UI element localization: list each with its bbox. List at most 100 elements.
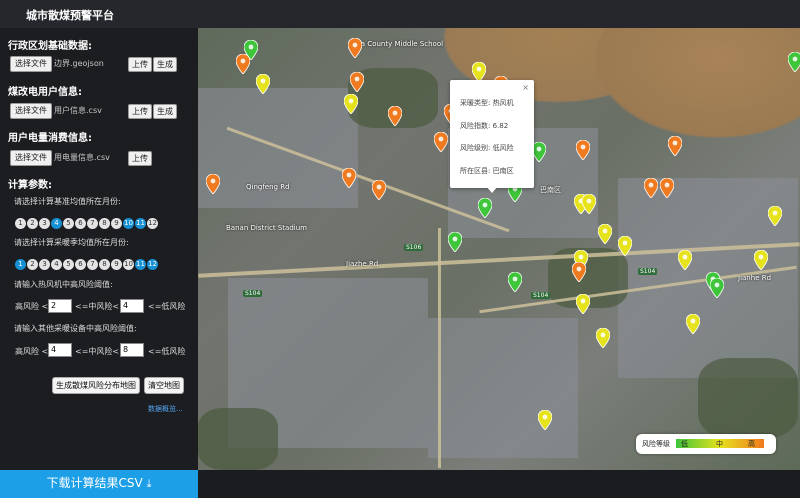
month-option[interactable]: 3 [39,218,50,229]
month-option[interactable]: 9 [111,218,122,229]
month-option[interactable]: 10 [123,259,134,270]
month-option[interactable]: 2 [27,259,38,270]
ot-mid-text: <=中风险< [75,347,120,356]
month-option[interactable]: 10 [123,218,134,229]
month-option[interactable]: 6 [75,259,86,270]
popup-heating-type: 采暖类型: 热风机 [460,99,514,107]
risk-marker-low[interactable] [710,278,724,298]
risk-marker-high[interactable] [388,106,402,126]
month-option[interactable]: 5 [63,259,74,270]
month-option[interactable]: 7 [87,218,98,229]
risk-marker-mid[interactable] [754,250,768,270]
risk-marker-high[interactable] [576,140,590,160]
risk-marker-high[interactable] [206,174,220,194]
month-option[interactable]: 8 [99,259,110,270]
risk-marker-low[interactable] [478,198,492,218]
road-label-jiazhe: Jiazhe Rd [346,260,379,268]
risk-marker-high[interactable] [236,54,250,74]
upload-button-user[interactable]: 上传 [128,104,152,119]
month-option[interactable]: 11 [135,218,146,229]
month-option[interactable]: 2 [27,218,38,229]
month-option[interactable]: 12 [147,218,158,229]
app-title: 城市散煤预警平台 [26,9,114,22]
month-option[interactable]: 4 [51,259,62,270]
month-option[interactable]: 3 [39,259,50,270]
popup-district: 所在区县: 巴南区 [460,167,514,175]
legend-low: 低 [681,440,688,448]
risk-marker-high[interactable] [644,178,658,198]
consumption-title: 用户电量消费信息: [8,133,92,144]
generate-button-user[interactable]: 生成 [153,104,177,119]
risk-marker-low[interactable] [788,52,800,72]
risk-marker-low[interactable] [532,142,546,162]
risk-marker-mid[interactable] [538,410,552,430]
risk-marker-high[interactable] [660,178,674,198]
legend-title: 风险等级 [642,440,670,448]
data-overview-link[interactable]: 数据概览... [148,404,183,414]
other-threshold-1-input[interactable]: 4 [48,343,72,357]
risk-marker-mid[interactable] [576,294,590,314]
risk-marker-mid[interactable] [582,194,596,214]
heat-month-label: 请选择计算采暖季均值所在月份: [14,238,129,247]
heater-threshold-2-input[interactable]: 4 [120,299,144,313]
risk-marker-low[interactable] [508,272,522,292]
month-option[interactable]: 1 [15,218,26,229]
legend-mid: 中 [716,440,723,448]
month-option[interactable]: 1 [15,259,26,270]
popup-risk-index: 风险指数: 6.82 [460,122,509,130]
risk-marker-mid[interactable] [686,314,700,334]
risk-marker-high[interactable] [342,168,356,188]
consumption-file-name: 用电量信息.csv [54,153,110,162]
hp-mid-text: <=中风险< [75,302,120,311]
admin-file-name: 边界.geojson [54,59,104,68]
month-option[interactable]: 6 [75,218,86,229]
risk-marker-mid[interactable] [344,94,358,114]
risk-marker-high[interactable] [572,262,586,282]
choose-file-button-admin[interactable]: 选择文件 [10,56,52,72]
month-option[interactable]: 9 [111,259,122,270]
close-icon[interactable]: × [522,83,529,92]
upload-button-consumption[interactable]: 上传 [128,151,152,166]
risk-marker-high[interactable] [668,136,682,156]
month-option[interactable]: 4 [51,218,62,229]
ot-low-text: <=低风险 [148,347,186,356]
month-option[interactable]: 8 [99,218,110,229]
ot-high-text: 高风险 < [15,347,49,356]
generate-button-admin[interactable]: 生成 [153,57,177,72]
clear-map-button[interactable]: 清空地图 [144,377,184,394]
month-option[interactable]: 5 [63,218,74,229]
risk-marker-high[interactable] [372,180,386,200]
top-bar: 城市散煤预警平台 [0,0,800,28]
risk-marker-mid[interactable] [256,74,270,94]
other-threshold-2-input[interactable]: 8 [120,343,144,357]
road-shield-s104: S104 [243,290,263,297]
heater-threshold-label: 请输入热风机中高风险阈值: [14,280,113,289]
risk-marker-high[interactable] [350,72,364,92]
generate-map-button[interactable]: 生成散煤风险分布地图 [52,377,140,394]
risk-marker-mid[interactable] [472,62,486,82]
choose-file-button-consumption[interactable]: 选择文件 [10,150,52,166]
risk-marker-high[interactable] [434,132,448,152]
risk-marker-high[interactable] [348,38,362,58]
map-view[interactable]: Ba County Middle School Qingfeng Rd Bana… [198,28,800,470]
legend-high: 高 [748,440,755,448]
risk-marker-low[interactable] [448,232,462,252]
month-option[interactable]: 7 [87,259,98,270]
district-map-label: 巴南区 [540,186,561,194]
upload-button-admin[interactable]: 上传 [128,57,152,72]
road-shield-s104c: S104 [638,268,658,275]
month-option[interactable]: 11 [135,259,146,270]
info-popup: × 采暖类型: 热风机 风险指数: 6.82 风险级别: 低风险 所在区县: 巴… [450,80,534,193]
risk-marker-mid[interactable] [598,224,612,244]
risk-marker-mid[interactable] [596,328,610,348]
risk-marker-mid[interactable] [678,250,692,270]
risk-marker-mid[interactable] [618,236,632,256]
school-label: Ba County Middle School [356,40,444,48]
download-csv-button[interactable]: 下载计算结果CSV ⤓ [0,470,198,498]
download-label: 下载计算结果CSV [46,476,143,490]
month-option[interactable]: 12 [147,259,158,270]
choose-file-button-user[interactable]: 选择文件 [10,103,52,119]
road-shield-s106: S106 [404,244,424,251]
heater-threshold-1-input[interactable]: 2 [48,299,72,313]
risk-marker-mid[interactable] [768,206,782,226]
